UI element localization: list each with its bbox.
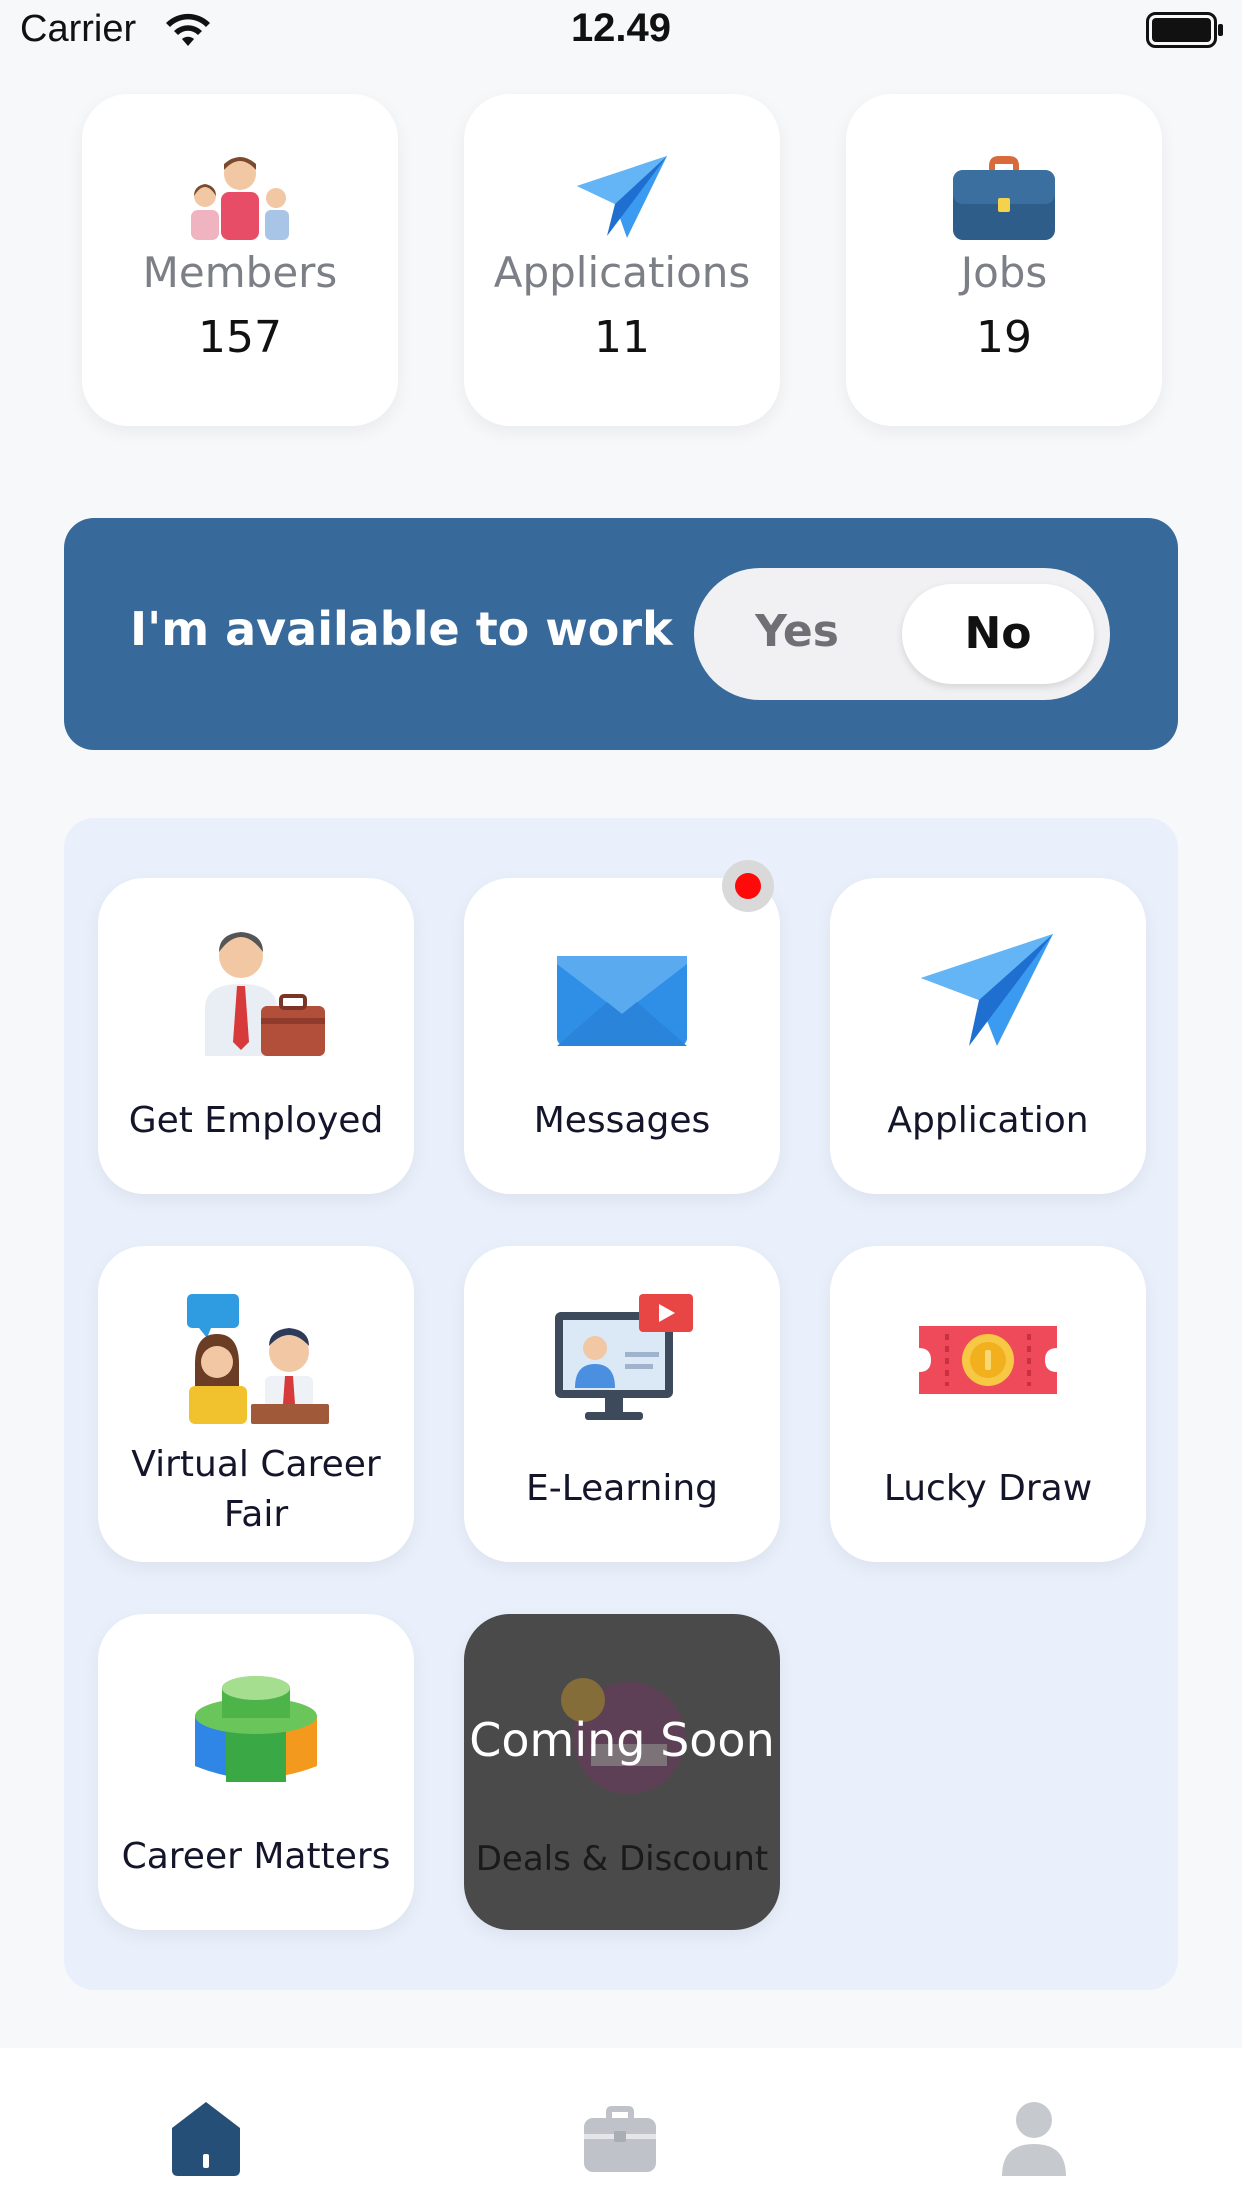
toggle-no-option[interactable]: No	[902, 584, 1094, 684]
battery-icon	[1146, 12, 1223, 48]
stat-label: Members	[142, 248, 338, 297]
tile-deals-and-discount[interactable]: Coming Soon Deals & Discount	[464, 1614, 780, 1930]
paper-plane-icon	[577, 156, 667, 238]
coming-soon-overlay: Coming Soon	[469, 1713, 775, 1767]
stat-label: Applications	[493, 248, 751, 297]
tile-label: E-Learning	[525, 1468, 719, 1509]
availability-toggle[interactable]: Yes No	[694, 568, 1110, 700]
tile-career-matters[interactable]: Career Matters	[98, 1614, 414, 1930]
tile-label: Get Employed	[128, 1100, 384, 1141]
stat-card-applications[interactable]: Applications 11	[464, 94, 780, 426]
tile-application[interactable]: Application	[830, 878, 1146, 1194]
notification-badge	[722, 860, 774, 912]
ticket-icon	[919, 1326, 1057, 1394]
e-learning-monitor-icon	[555, 1294, 693, 1420]
members-icon	[191, 157, 289, 240]
availability-label: I'm available to work	[130, 602, 673, 656]
availability-banner: I'm available to work Yes No	[64, 518, 1178, 750]
stat-label: Jobs	[960, 248, 1048, 297]
employee-briefcase-icon	[205, 932, 325, 1056]
tile-messages[interactable]: Messages	[464, 860, 780, 1194]
paper-plane-icon	[921, 934, 1053, 1046]
stat-card-members[interactable]: Members 157	[82, 94, 398, 426]
profile-icon[interactable]	[994, 2098, 1074, 2178]
tile-lucky-draw[interactable]: Lucky Draw	[830, 1246, 1146, 1562]
stat-value: 19	[976, 312, 1032, 363]
clock: 12.49	[570, 6, 672, 50]
tile-label: Career Matters	[121, 1836, 391, 1877]
menu-panel: Get Employed Messages Application Virtua…	[64, 818, 1178, 1990]
toggle-yes-option[interactable]: Yes	[694, 606, 900, 657]
tile-label: Virtual Career Fair	[131, 1444, 381, 1535]
tile-label: Application	[887, 1100, 1089, 1141]
stat-card-jobs[interactable]: Jobs 19	[846, 94, 1162, 426]
stacked-coins-icon	[195, 1676, 317, 1782]
career-fair-icon	[187, 1294, 329, 1424]
envelope-icon	[557, 956, 687, 1046]
tile-label: Messages	[533, 1100, 711, 1141]
tile-get-employed[interactable]: Get Employed	[98, 878, 414, 1194]
briefcase-icon[interactable]	[580, 2098, 660, 2178]
bottom-navigation	[0, 2048, 1242, 2208]
tile-label: Deals & Discount	[475, 1839, 769, 1879]
briefcase-icon	[953, 156, 1055, 240]
stat-value: 157	[198, 312, 282, 363]
stat-value: 11	[594, 312, 650, 363]
tile-label: Lucky Draw	[883, 1468, 1093, 1509]
home-icon[interactable]	[166, 2098, 246, 2178]
status-bar: Carrier 12.49	[0, 0, 1242, 62]
tile-virtual-career-fair[interactable]: Virtual Career Fair	[98, 1246, 414, 1562]
tile-e-learning[interactable]: E-Learning	[464, 1246, 780, 1562]
